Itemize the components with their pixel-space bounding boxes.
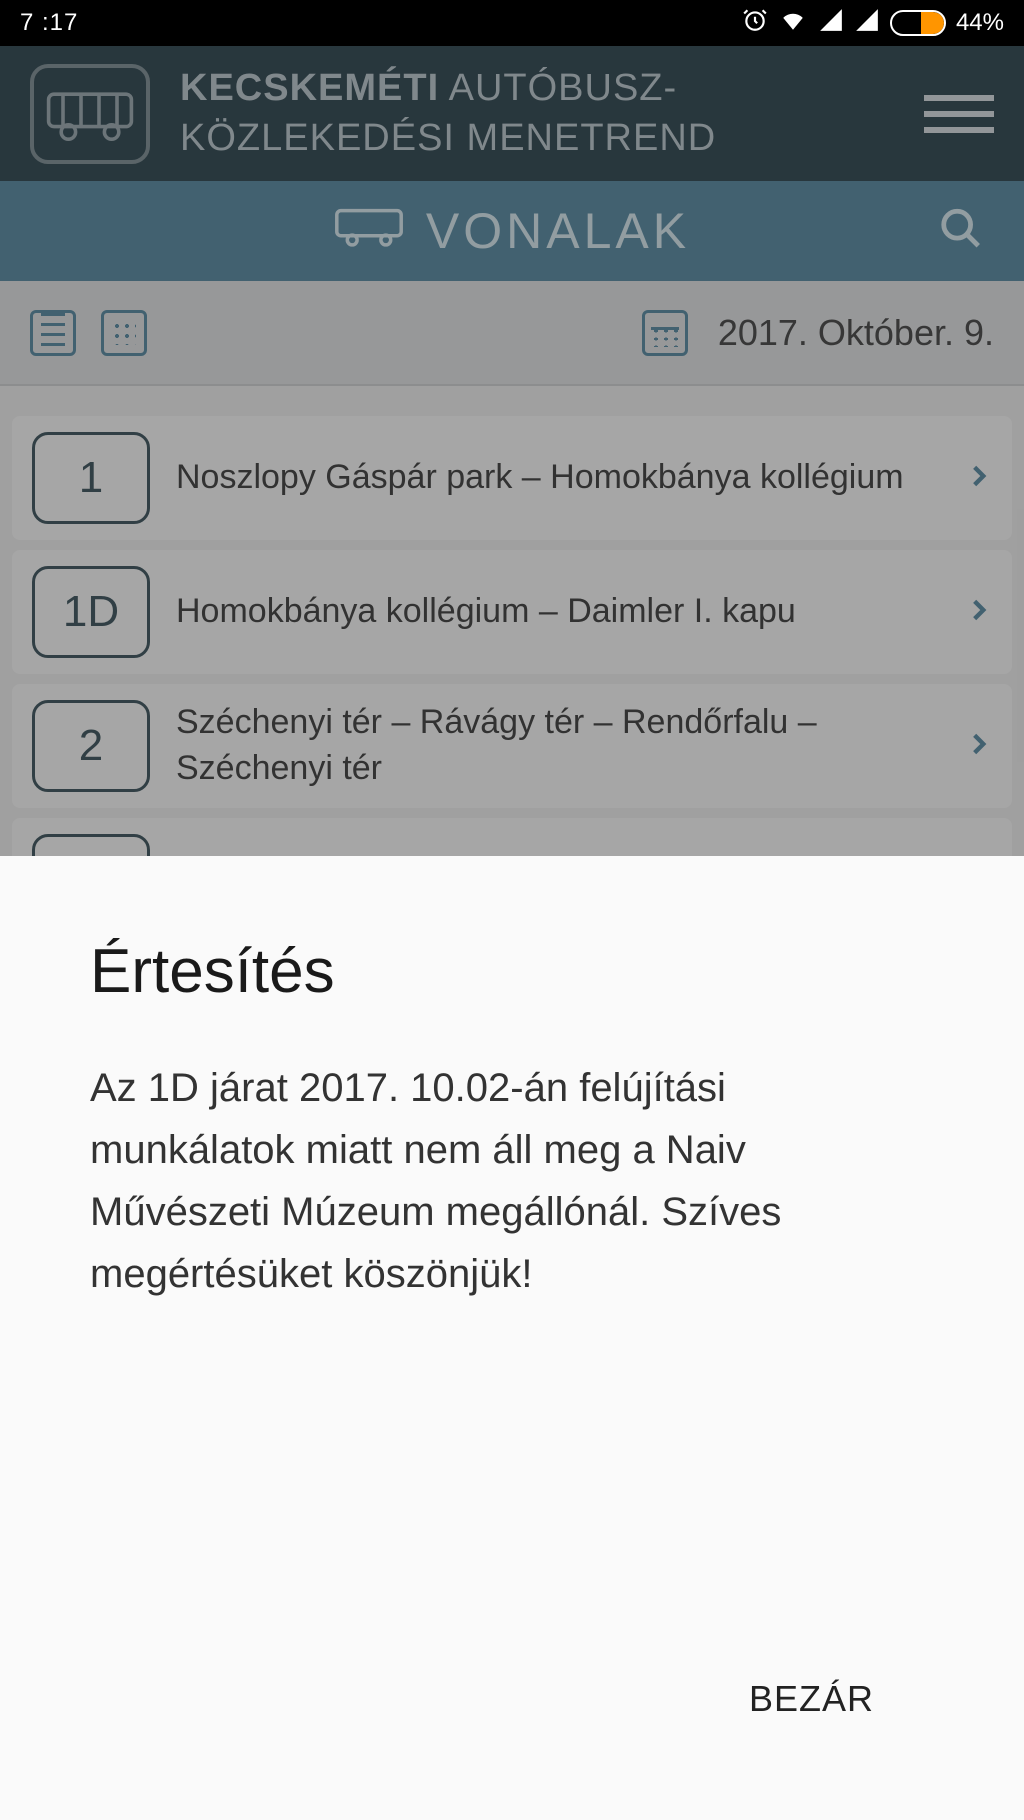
route-number: 2 [32,700,150,792]
chevron-right-icon [966,724,992,769]
app-title: KECSKEMÉTI AUTÓBUSZ- KÖZLEKEDÉSI MENETRE… [180,64,894,163]
alarm-icon [742,7,768,40]
routes-list: 1 Noszlopy Gáspár park – Homokbánya koll… [0,386,1024,861]
chevron-right-icon [966,590,992,635]
dialog-body: Az 1D járat 2017. 10.02-án felújítási mu… [90,1057,934,1658]
dialog-title: Értesítés [90,936,934,1007]
route-name: Széchenyi tér – Rávágy tér – Rendőrfalu … [176,700,940,792]
route-name: Homokbánya kollégium – Daimler I. kapu [176,589,940,635]
search-icon[interactable] [938,206,984,257]
calendar-icon[interactable] [642,310,688,356]
chevron-right-icon [966,456,992,501]
bus-small-icon [334,202,404,260]
close-button[interactable]: BEZÁR [709,1658,914,1740]
menu-icon[interactable] [924,95,994,133]
app-title-rest1: AUTÓBUSZ- [439,67,677,109]
bus-logo-icon [30,64,150,164]
route-item[interactable]: 1 Noszlopy Gáspár park – Homokbánya koll… [12,416,1012,540]
section-title: VONALAK [426,202,690,260]
status-icons: 44% [742,7,1004,40]
toolbar-date[interactable]: 2017. Október. 9. [718,312,994,354]
app-title-line2: KÖZLEKEDÉSI MENETREND [180,117,716,159]
route-number: 1D [32,566,150,658]
section-header: VONALAK [0,181,1024,281]
route-name: Noszlopy Gáspár park – Homokbánya kollég… [176,455,940,501]
status-time: 7 :17 [20,9,78,37]
route-item[interactable]: 1D Homokbánya kollégium – Daimler I. kap… [12,550,1012,674]
app-title-bold: KECSKEMÉTI [180,67,439,109]
wifi-icon [778,7,808,40]
battery-percent: 44% [956,9,1004,37]
status-bar: 7 :17 44% [0,0,1024,46]
route-item[interactable]: 2 Széchenyi tér – Rávágy tér – Rendőrfal… [12,684,1012,808]
notification-dialog: Értesítés Az 1D járat 2017. 10.02-án fel… [0,856,1024,1820]
battery-icon [890,10,946,36]
signal-icon-2 [854,7,880,40]
app-header: KECSKEMÉTI AUTÓBUSZ- KÖZLEKEDÉSI MENETRE… [0,46,1024,181]
signal-icon [818,7,844,40]
toolbar: 2017. Október. 9. [0,281,1024,386]
grid-view-icon[interactable] [101,310,147,356]
route-number: 1 [32,432,150,524]
route-item[interactable]: 2A Széchenyi tér – Gokart Stadion – Széc… [12,818,1012,861]
list-view-icon[interactable] [30,310,76,356]
